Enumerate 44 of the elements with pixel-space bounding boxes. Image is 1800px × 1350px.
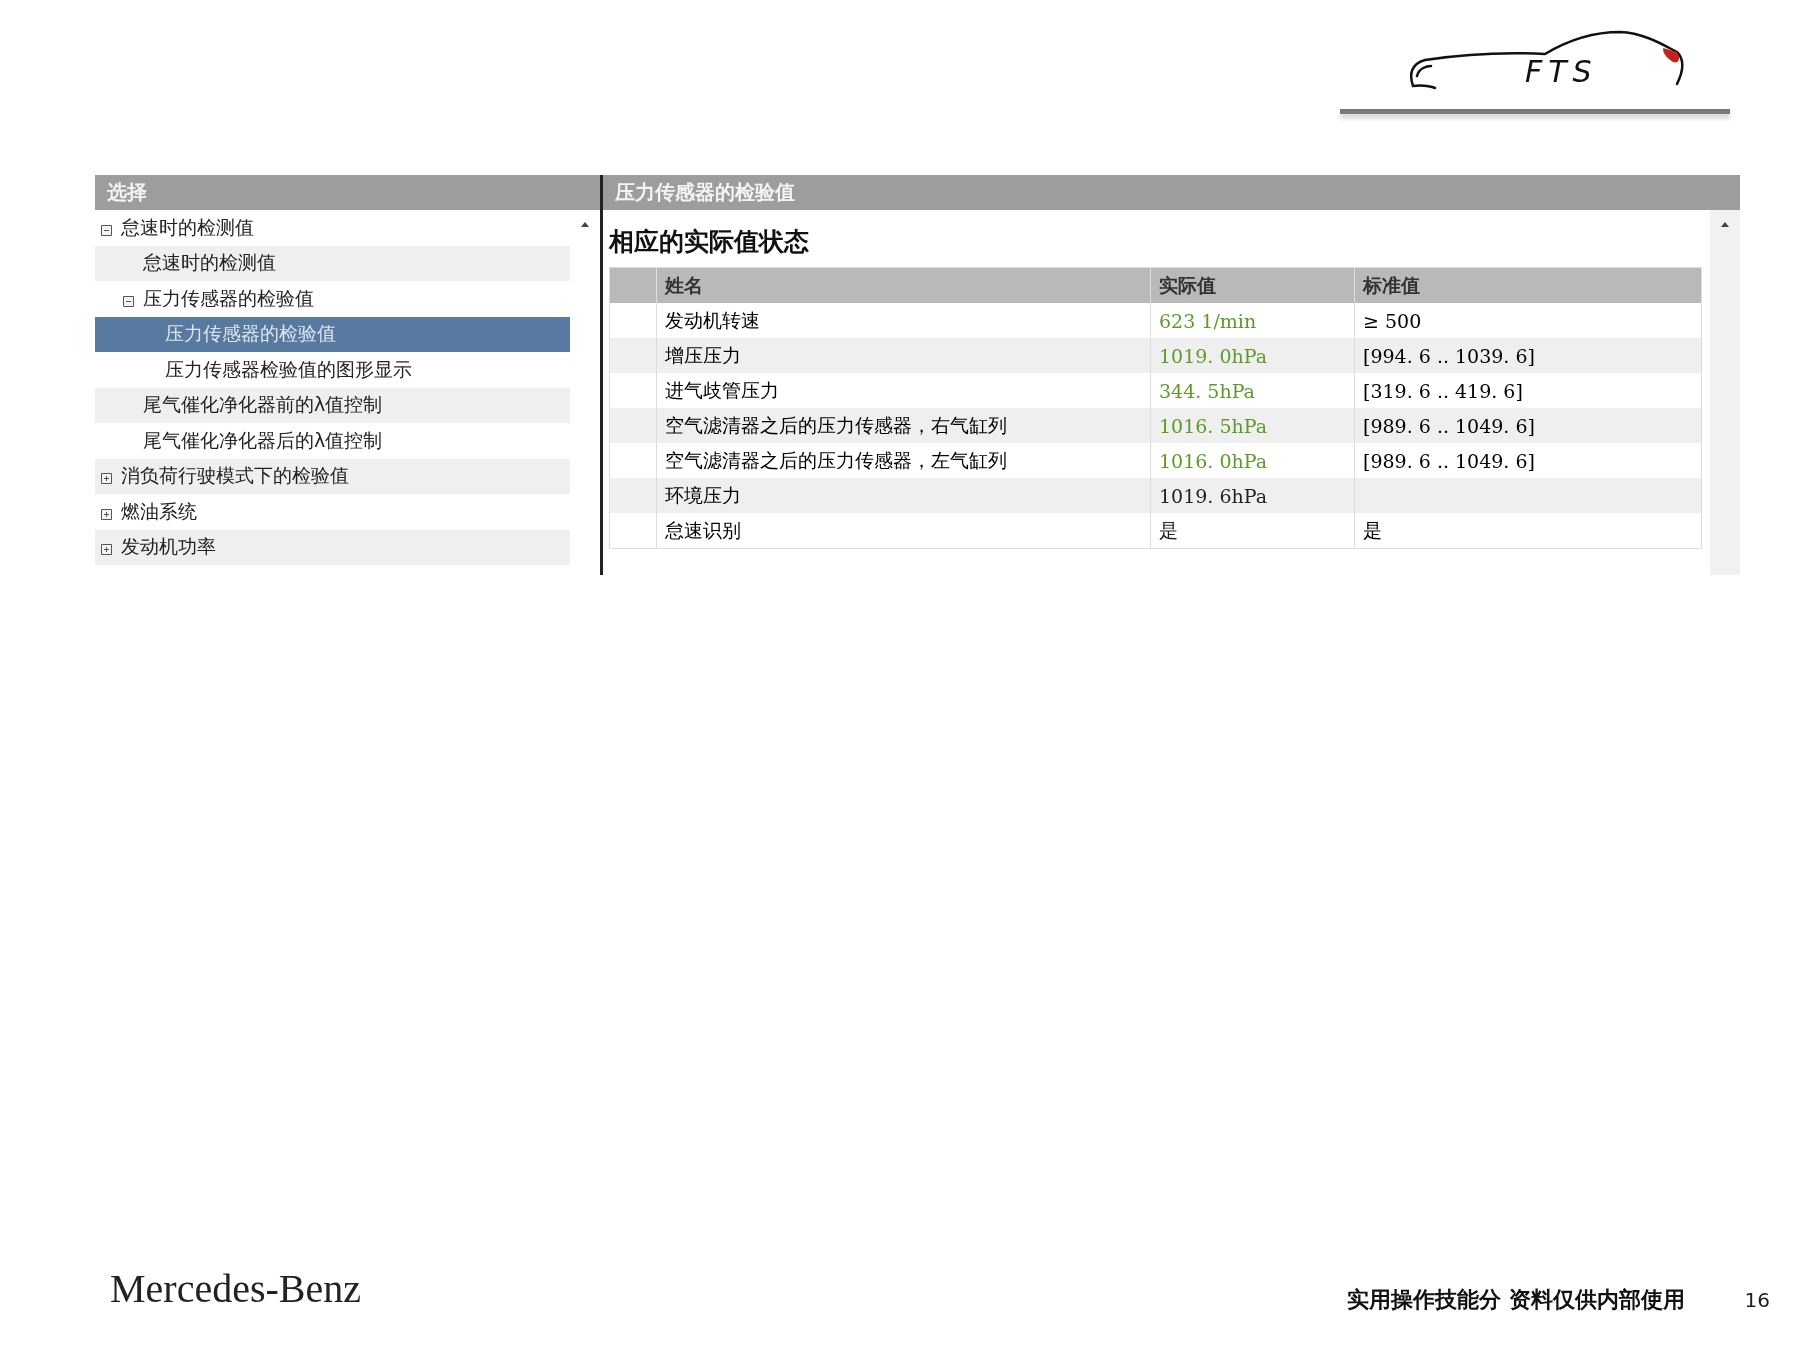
table-cell: 环境压力	[665, 483, 741, 506]
table-cell: 是	[1159, 518, 1178, 541]
table-cell: [989. 6 .. 1049. 6]	[1363, 449, 1535, 472]
expand-icon[interactable]	[101, 473, 112, 485]
table-cell: 是	[1363, 518, 1382, 541]
tree-item[interactable]: 怠速时的检测值	[121, 214, 254, 241]
table-cell: 增压压力	[665, 343, 741, 366]
table-cell: 空气滤清器之后的压力传感器，右气缸列	[665, 413, 1007, 436]
table-cell: [994. 6 .. 1039. 6]	[1363, 344, 1535, 367]
tree-item[interactable]: 燃油系统	[121, 498, 197, 525]
collapse-icon[interactable]	[101, 224, 112, 236]
section-heading: 相应的实际值状态	[609, 226, 810, 258]
scrollbar[interactable]	[1710, 210, 1740, 575]
column-header: 实际值	[1150, 267, 1355, 303]
brand-name: Mercedes-Benz	[110, 1265, 361, 1312]
logo-text: FTS	[1525, 54, 1598, 89]
expand-icon[interactable]	[101, 544, 112, 556]
column-header: 标准值	[1354, 267, 1702, 303]
table-cell: 344. 5hPa	[1159, 379, 1255, 402]
table-cell: 1016. 5hPa	[1159, 414, 1268, 437]
table-cell: 怠速识别	[665, 518, 741, 541]
table-cell: 发动机转速	[665, 308, 760, 331]
table-cell: 进气歧管压力	[665, 378, 779, 401]
tree-item[interactable]: 尾气催化净化器后的λ值控制	[143, 427, 383, 454]
scroll-up-icon[interactable]	[1721, 222, 1729, 227]
tree-item[interactable]: 发动机功率	[121, 534, 216, 561]
scroll-up-icon[interactable]	[581, 222, 589, 227]
table-cell: 623 1/min	[1159, 309, 1257, 332]
table-cell: ≥ 500	[1363, 309, 1422, 332]
table-cell: [319. 6 .. 419. 6]	[1363, 379, 1523, 402]
table-cell: [989. 6 .. 1049. 6]	[1363, 414, 1535, 437]
tree-item[interactable]: 压力传感器检验值的图形显示	[165, 356, 412, 383]
column-header: 姓名	[656, 267, 1151, 303]
table-cell: 1016. 0hPa	[1159, 449, 1268, 472]
tree-item[interactable]: 压力传感器的检验值	[143, 285, 314, 312]
collapse-icon[interactable]	[123, 295, 134, 307]
panel-header: 压力传感器的检验值	[603, 175, 1740, 210]
table-cell: 1019. 0hPa	[1159, 344, 1268, 367]
table-cell: 空气滤清器之后的压力传感器，左气缸列	[665, 448, 1007, 471]
page-number: 16	[1744, 1288, 1770, 1312]
table-cell: 1019. 6hPa	[1159, 484, 1268, 507]
expand-icon[interactable]	[101, 508, 112, 520]
footer-note: 实用操作技能分 资料仅供内部使用	[1346, 1286, 1685, 1314]
panel-header: 选择	[95, 175, 600, 210]
